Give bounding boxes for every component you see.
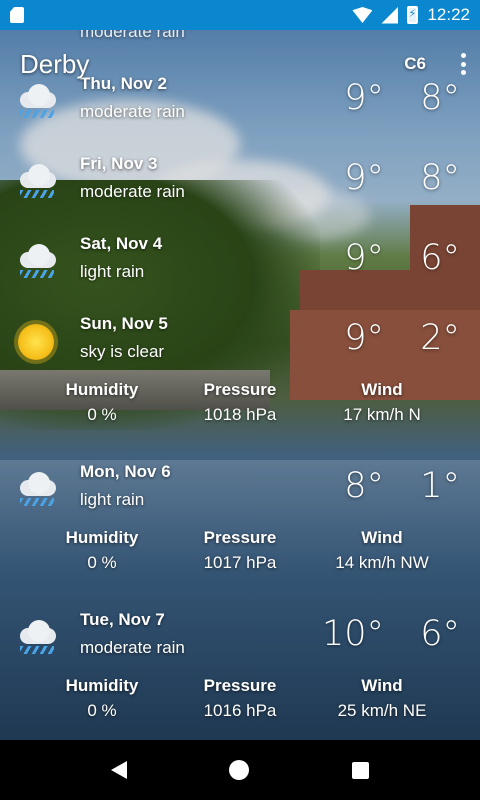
forecast-desc: moderate rain [80,182,185,201]
wifi-icon [352,7,373,23]
city-title[interactable]: Derby [20,49,404,80]
pressure-label: Pressure [203,676,277,695]
rain-cloud-icon [14,160,58,204]
wind-label: Wind [361,528,403,547]
rain-cloud-icon [14,616,58,660]
forecast-temp-max: 10° [321,614,384,654]
system-nav-bar [0,740,480,800]
forecast-day: Fri, Nov 3 [80,154,158,173]
pressure-value: 1017 hPa [203,553,277,572]
forecast-temp-max: 9° [344,78,384,118]
forecast-day: Sun, Nov 5 [80,314,168,333]
wind-value: 25 km/h NE [337,701,427,720]
wind-label: Wind [361,380,403,399]
cell-signal-icon [381,6,399,24]
forecast-temp-min: 8° [420,78,460,118]
humidity-label: Humidity [65,380,139,399]
forecast-details: Humidity 0 % Pressure 1018 hPa Wind 17 km/h… [0,380,480,430]
rain-cloud-icon [14,240,58,284]
forecast-desc: light rain [80,262,145,281]
forecast-temp-max: 9° [344,318,384,358]
humidity-value: 0 % [87,701,117,720]
forecast-temp-max: 9° [344,158,384,198]
sd-card-icon [10,7,24,23]
forecast-day: Tue, Nov 7 [80,610,165,629]
forecast-desc: light rain [80,490,145,509]
pressure-value: 1018 hPa [203,405,277,424]
forecast-day: Sat, Nov 4 [80,234,163,253]
pressure-label: Pressure [203,528,277,547]
humidity-value: 0 % [87,553,117,572]
forecast-temp-max: 8° [344,466,384,506]
wind-value: 17 km/h N [343,405,421,424]
forecast-desc: sky is clear [80,342,165,361]
forecast-temp-min: 2° [420,318,460,358]
forecast-desc: moderate rain [80,102,185,121]
forecast-details: Humidity 0 % Pressure 1016 hPa Wind 25 km/h… [0,676,480,726]
recents-icon[interactable] [351,761,369,779]
forecast-temp-min: 6° [420,614,460,654]
forecast-temp-max: 9° [344,238,384,278]
humidity-label: Humidity [65,676,139,695]
forecast-details: Humidity 0 % Pressure 1017 hPa Wind 14 km/h… [0,528,480,578]
forecast-day: Mon, Nov 6 [80,462,171,481]
forecast-temp-min: 8° [420,158,460,198]
overflow-menu-icon[interactable] [460,53,466,75]
wind-value: 14 km/h NW [335,553,429,572]
status-time: 12:22 [427,5,470,24]
wind-label: Wind [361,676,403,695]
humidity-label: Humidity [65,528,139,547]
forecast-desc: moderate rain [80,638,185,657]
battery-charging-icon [407,6,419,24]
humidity-value: 0 % [87,405,117,424]
forecast-temp-min: 6° [420,238,460,278]
sun-icon [14,320,58,364]
pressure-label: Pressure [203,380,277,399]
pressure-value: 1016 hPa [203,701,277,720]
home-icon[interactable] [229,760,250,780]
rain-cloud-icon [14,468,58,512]
status-bar: 12:22 [0,0,480,30]
forecast-temp-min: 1° [420,466,460,506]
rain-cloud-icon [14,80,58,124]
back-icon[interactable] [111,761,128,779]
unit-toggle[interactable]: C6 [404,54,426,74]
app-bar: Derby C6 [20,44,466,84]
